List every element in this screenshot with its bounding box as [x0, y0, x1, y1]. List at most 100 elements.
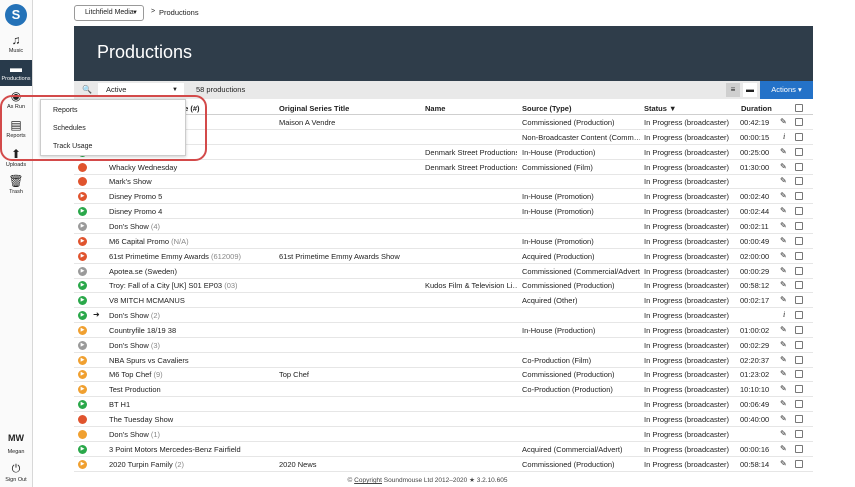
edit-icon[interactable]: ✎ — [780, 221, 787, 230]
play-icon[interactable]: ▶ — [78, 266, 87, 276]
play-icon[interactable]: ▶ — [78, 296, 87, 306]
play-icon[interactable]: ▶ — [78, 311, 87, 321]
edit-icon[interactable]: ✎ — [780, 280, 787, 289]
edit-icon[interactable]: ✎ — [780, 459, 787, 468]
table-row[interactable]: ▶ Disney Promo 4 In-House (Promotion) In P… — [74, 204, 813, 220]
copyright-link[interactable]: Copyright — [354, 477, 382, 484]
list-view-icon[interactable]: ≡ — [726, 83, 740, 97]
row-checkbox[interactable] — [795, 162, 803, 171]
cell-title[interactable]: V8 MITCH MCMANUS — [109, 296, 274, 305]
play-icon[interactable]: ▶ — [78, 444, 87, 454]
cell-title[interactable]: Don's Show (2) — [109, 311, 274, 320]
column-header-duration[interactable]: Duration — [741, 104, 772, 113]
cell-title[interactable]: Don's Show (4) — [109, 222, 274, 231]
table-row[interactable]: ▶ M6 Top Chef (9) Top Chef Commissioned (Pr… — [74, 367, 813, 383]
table-row[interactable]: ▶ Countryfile 18/19 38 In-House (Producti… — [74, 323, 813, 338]
play-icon[interactable]: ▶ — [78, 281, 87, 291]
cell-title[interactable]: Troy: Fall of a City [UK] S01 EP03 (03) — [109, 281, 274, 290]
table-row[interactable]: Mark's Show In Progress (broadcaster) ✎ — [74, 174, 813, 190]
cell-title[interactable]: Whacky Wednesday — [109, 163, 274, 172]
row-checkbox[interactable] — [795, 355, 803, 364]
edit-icon[interactable]: ✎ — [780, 147, 787, 156]
cell-title[interactable]: M6 Capital Promo (N/A) — [109, 237, 274, 246]
row-checkbox[interactable] — [795, 415, 803, 423]
play-icon[interactable]: ▶ — [78, 325, 87, 335]
organisation-select[interactable]: Litchfield Media ▼ — [74, 5, 144, 21]
edit-icon[interactable]: ✎ — [780, 355, 787, 364]
row-checkbox[interactable] — [795, 192, 803, 201]
row-checkbox[interactable] — [795, 207, 803, 216]
cell-title[interactable]: Test Production — [109, 385, 274, 394]
soundmouse-logo[interactable]: S — [5, 4, 27, 26]
avatar[interactable]: MW — [5, 428, 27, 448]
table-row[interactable]: ▶ V8 MITCH MCMANUS Acquired (Other) In Pro… — [74, 293, 813, 309]
edit-icon[interactable]: ✎ — [780, 176, 787, 185]
row-checkbox[interactable] — [795, 281, 803, 290]
select-all-checkbox[interactable] — [795, 104, 803, 112]
table-row[interactable]: ▶ Don's Show (3) In Progress (broadcaster)… — [74, 338, 813, 353]
cell-title[interactable]: NBA Spurs vs Cavaliers — [109, 356, 274, 365]
edit-icon[interactable]: ✎ — [780, 429, 787, 438]
play-icon[interactable]: ▶ — [78, 221, 87, 231]
row-checkbox[interactable] — [795, 118, 803, 126]
cell-title[interactable]: 3 Point Motors Mercedes-Benz Fairfield — [109, 445, 274, 454]
play-icon[interactable]: ▶ — [78, 192, 87, 202]
table-row[interactable]: ▶ M6 Capital Promo (N/A) In-House (Promoti… — [74, 234, 813, 249]
row-checkbox[interactable] — [795, 132, 803, 141]
table-row[interactable]: ▶ ➜ Don's Show (2) In Progress (broadcaster… — [74, 308, 813, 324]
cell-title[interactable]: Don's Show (3) — [109, 341, 274, 350]
row-checkbox[interactable] — [795, 296, 803, 305]
table-row[interactable]: ▶ NBA Spurs vs Cavaliers Co-Production (F… — [74, 353, 813, 368]
play-icon[interactable]: ▶ — [78, 236, 87, 246]
edit-icon[interactable]: ✎ — [780, 414, 787, 423]
info-icon[interactable]: i — [783, 132, 785, 141]
play-icon[interactable]: ▶ — [78, 400, 87, 410]
play-icon[interactable]: ▶ — [78, 207, 87, 217]
row-checkbox[interactable] — [795, 147, 803, 156]
edit-icon[interactable]: ✎ — [780, 251, 787, 260]
cell-title[interactable]: Countryfile 18/19 38 — [109, 326, 274, 335]
table-row[interactable]: ▶ Apotea.se (Sweden) Commissioned (Commer… — [74, 264, 813, 279]
row-checkbox[interactable] — [795, 325, 803, 334]
table-row[interactable]: ▶ BT H1 In Progress (broadcaster) 00:06:49… — [74, 397, 813, 413]
cell-title[interactable]: 61st Primetime Emmy Awards (612009) — [109, 252, 274, 261]
row-checkbox[interactable] — [795, 385, 803, 394]
column-header-source[interactable]: Source (Type) — [522, 104, 571, 113]
row-checkbox[interactable] — [795, 370, 803, 379]
cell-title[interactable]: BT H1 — [109, 400, 274, 409]
cell-title[interactable]: Don's Show (1) — [109, 430, 274, 439]
play-icon[interactable]: ▶ — [78, 459, 87, 469]
cell-title[interactable]: The Tuesday Show — [109, 415, 274, 424]
sidebar-item-trash[interactable]: 🗑 Trash — [0, 173, 32, 199]
edit-icon[interactable]: ✎ — [780, 206, 787, 215]
row-checkbox[interactable] — [795, 251, 803, 260]
edit-icon[interactable]: ✎ — [780, 340, 787, 349]
table-row[interactable]: ▶ Test Production Co-Production (Producti… — [74, 382, 813, 398]
cell-title[interactable]: Apotea.se (Sweden) — [109, 267, 274, 276]
table-row[interactable]: Don's Show (1) In Progress (broadcaster) ✎ — [74, 427, 813, 442]
cell-title[interactable]: Disney Promo 4 — [109, 207, 274, 216]
column-header-name[interactable]: Name — [425, 104, 445, 113]
row-checkbox[interactable] — [795, 400, 803, 409]
edit-icon[interactable]: ✎ — [780, 399, 787, 408]
play-icon[interactable]: ▶ — [78, 251, 87, 261]
cell-title[interactable]: Mark's Show — [109, 177, 274, 186]
table-row[interactable]: The Tuesday Show In Progress (broadcaste… — [74, 412, 813, 427]
edit-icon[interactable]: ✎ — [780, 325, 787, 334]
table-row[interactable]: ▶ 61st Primetime Emmy Awards (612009) 61st… — [74, 249, 813, 264]
play-icon[interactable]: ▶ — [78, 340, 87, 350]
actions-button[interactable]: Actions ▾ — [760, 81, 813, 99]
row-checkbox[interactable] — [795, 429, 803, 438]
row-checkbox[interactable] — [795, 340, 803, 349]
compact-view-icon[interactable]: ▬ — [743, 83, 757, 97]
edit-icon[interactable]: ✎ — [780, 295, 787, 304]
edit-icon[interactable]: ✎ — [780, 266, 787, 275]
sidebar-item-productions[interactable]: ▬ Productions — [0, 60, 32, 86]
table-row[interactable]: ▶ Don's Show (4) In Progress (broadcaster)… — [74, 219, 813, 234]
sidebar-item-music[interactable]: ♫ Music — [0, 32, 32, 58]
row-checkbox[interactable] — [795, 311, 803, 320]
row-checkbox[interactable] — [795, 459, 803, 468]
table-row[interactable]: ▶ Disney Promo 5 In-House (Promotion) In P… — [74, 189, 813, 205]
edit-icon[interactable]: ✎ — [780, 369, 787, 378]
edit-icon[interactable]: ✎ — [780, 162, 787, 171]
